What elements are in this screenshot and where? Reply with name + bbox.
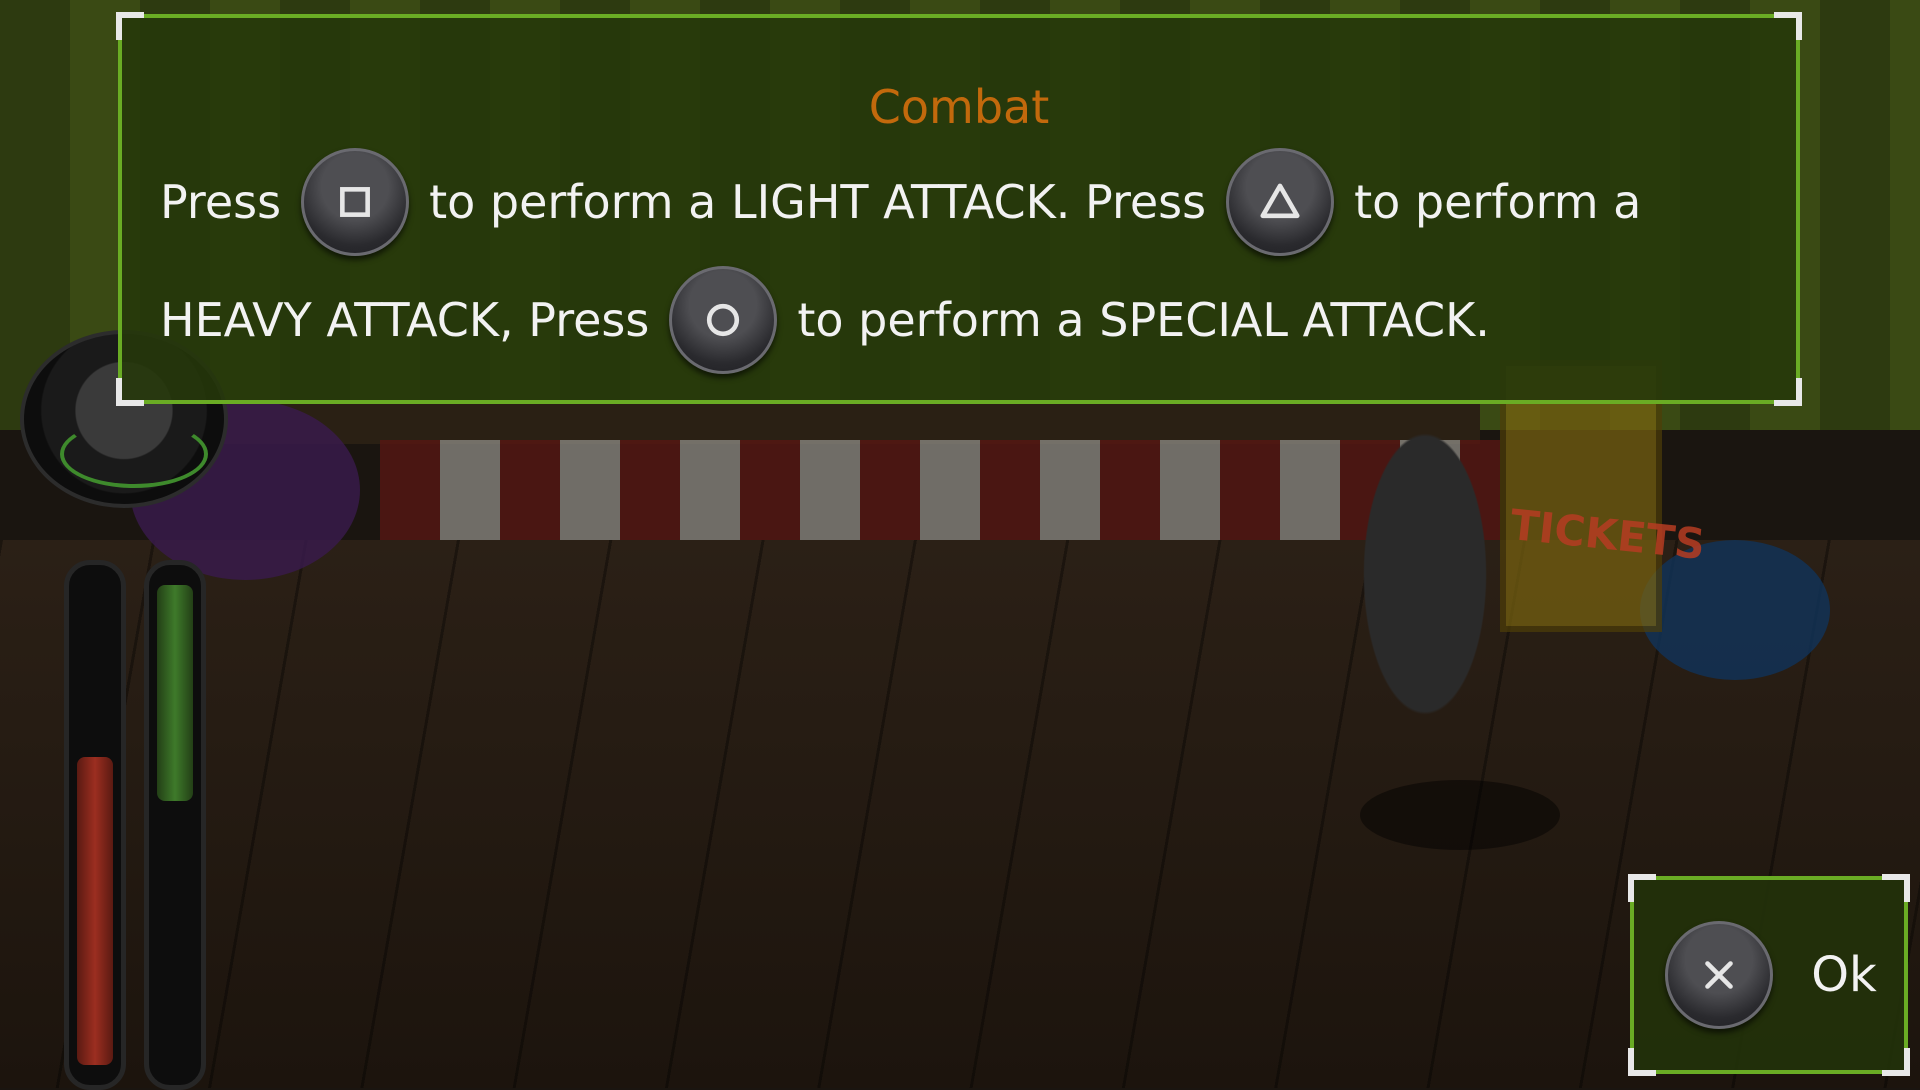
energy-bar (144, 560, 206, 1090)
ok-label: Ok (1811, 947, 1877, 1003)
ok-corner (1628, 1048, 1656, 1076)
tutorial-panel: Combat Press to perform a LIGHT ATTACK. … (116, 12, 1802, 406)
panel-corner (116, 12, 144, 40)
enemy-shadow (1360, 780, 1560, 850)
instruction-line-1: Press to perform a LIGHT ATTACK. Press t… (160, 144, 1657, 260)
ok-button[interactable]: Ok (1628, 874, 1910, 1076)
panel-corner (1774, 378, 1802, 406)
instruction-text: to perform a SPECIAL ATTACK. (797, 293, 1490, 347)
instruction-text: to perform a LIGHT ATTACK. Press (429, 175, 1207, 229)
ninja-enemy (1330, 430, 1520, 790)
omnitrix-ring (60, 420, 208, 488)
panel-title: Combat (868, 80, 1050, 134)
panel-corner (116, 378, 144, 406)
ok-corner (1628, 874, 1656, 902)
health-bar (64, 560, 126, 1090)
ok-corner (1882, 874, 1910, 902)
energy-bar-fill (157, 585, 193, 802)
cross-button-icon (1665, 921, 1774, 1029)
circle-button-icon (669, 266, 778, 374)
square-button-icon (301, 148, 410, 256)
instruction-text: to perform a (1354, 175, 1642, 229)
health-bar-fill (77, 756, 113, 1065)
instruction-text: Press (160, 175, 282, 229)
instruction-line-2: HEAVY ATTACK, Press to perform a SPECIAL… (160, 262, 1506, 378)
ok-corner (1882, 1048, 1910, 1076)
panel-corner (1774, 12, 1802, 40)
instruction-text: HEAVY ATTACK, Press (160, 293, 650, 347)
triangle-button-icon (1226, 148, 1335, 256)
